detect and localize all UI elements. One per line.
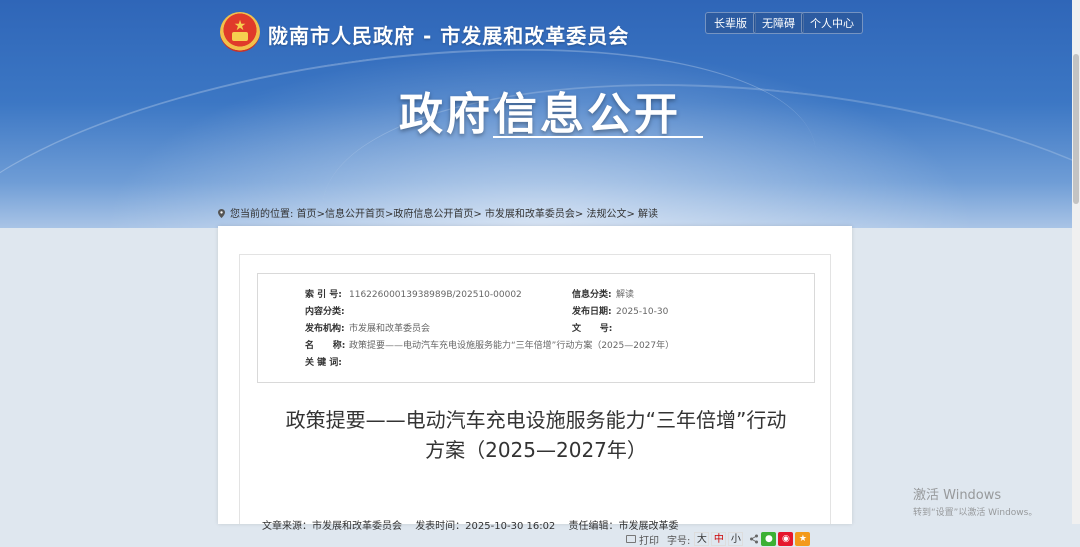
banner-title: 政府信息公开 [399,89,681,140]
article-info: 文章来源：市发展和改革委员会 发表时间：2025-10-30 16:02 责任编… [262,517,689,532]
meta-info-category-value: 解读 [616,290,635,300]
article-container: 索 引 号: 11622600013938989B/202510-00002 信… [239,254,832,547]
breadcrumb-prefix: 您当前的位置: [230,209,294,220]
header-banner: ★ 陇南市人民政府 - 市发展和改革委员会 长辈版 无障碍 个人中心 政府信息公… [0,0,1080,228]
meta-label: 信息分类: [572,290,612,300]
banner-underline [493,136,703,138]
breadcrumb-regulations[interactable]: > 法规公文 [575,209,627,220]
article-time: 发表时间：2025-10-30 16:02 [415,521,556,532]
location-pin-icon [218,209,225,218]
font-size-medium[interactable]: 中 [711,532,727,546]
breadcrumb-gov-info-home[interactable]: >政府信息公开首页 [385,209,473,220]
meta-agency-value: 市发展和改革委员会 [349,324,431,334]
page-scrollbar[interactable] [1072,0,1080,524]
site-title[interactable]: 陇南市人民政府 - 市发展和改革委员会 [268,20,629,49]
article-source: 文章来源：市发展和改革委员会 [262,521,402,532]
meta-label: 内容分类: [305,307,345,317]
scrollbar-thumb[interactable] [1073,54,1079,204]
article-title-line: 政策提要——电动汽车充电设施服务能力“三年倍增”行动 [285,408,787,432]
meta-row: 索 引 号: 11622600013938989B/202510-00002 信… [258,287,814,303]
meta-row: 发布机构: 市发展和改革委员会 文 号: [258,321,814,337]
meta-index-value: 11622600013938989B/202510-00002 [349,290,522,300]
article-tools: 打印 字号: 大 中 小 ● ◉ ★ [626,531,811,547]
meta-row: 名 称: 政策提要——电动汽车充电设施服务能力“三年倍增”行动方案（2025—2… [258,338,814,354]
content-card: 索 引 号: 11622600013938989B/202510-00002 信… [218,226,852,547]
share-icon [750,534,759,544]
breadcrumb-interpretation[interactable]: > 解读 [626,209,658,220]
article-title-line: 方案（2025—2027年） [425,438,647,462]
favorite-star-icon[interactable]: ★ [795,532,811,546]
watermark-line: 激活 Windows [913,488,1002,503]
meta-row: 内容分类: 发布日期: 2025-10-30 [258,304,814,320]
font-size-label: 字号: [667,535,691,547]
windows-activation-watermark: 激活 Windows 转到“设置”以激活 Windows。 [913,484,1037,518]
breadcrumb-ndrc[interactable]: > 市发展和改革委员会 [473,209,575,220]
wechat-share-icon[interactable]: ● [761,532,777,546]
article-title: 政策提要——电动汽车充电设施服务能力“三年倍增”行动 方案（2025—2027年… [240,405,832,465]
meta-label: 关 键 词: [305,358,342,368]
weibo-share-icon[interactable]: ◉ [778,532,794,546]
meta-label: 名 称: [305,341,346,351]
print-button[interactable]: 打印 [639,532,659,547]
meta-label: 文 号: [572,324,613,334]
breadcrumb-home[interactable]: 首页 [297,209,317,220]
national-emblem-icon[interactable]: ★ [220,12,260,52]
meta-label: 发布机构: [305,324,345,334]
meta-row: 关 键 词: [258,355,814,371]
meta-label: 发布日期: [572,307,612,317]
accessibility-button[interactable]: 无障碍 [753,12,804,34]
font-size-large[interactable]: 大 [694,532,710,546]
meta-publish-date-value: 2025-10-30 [616,307,669,317]
metadata-table: 索 引 号: 11622600013938989B/202510-00002 信… [257,273,815,383]
elder-version-button[interactable]: 长辈版 [705,12,756,34]
breadcrumb: 您当前的位置: 首页>信息公开首页>政府信息公开首页> 市发展和改革委员会> 法… [218,205,658,220]
personal-center-button[interactable]: 个人中心 [801,12,863,34]
font-size-small[interactable]: 小 [728,532,744,546]
meta-name-value: 政策提要——电动汽车充电设施服务能力“三年倍增”行动方案（2025—2027年） [349,341,675,351]
print-icon[interactable] [626,535,636,543]
breadcrumb-info-home[interactable]: >信息公开首页 [317,209,385,220]
meta-label: 索 引 号: [305,290,342,300]
watermark-line: 转到“设置”以激活 Windows。 [913,508,1038,518]
